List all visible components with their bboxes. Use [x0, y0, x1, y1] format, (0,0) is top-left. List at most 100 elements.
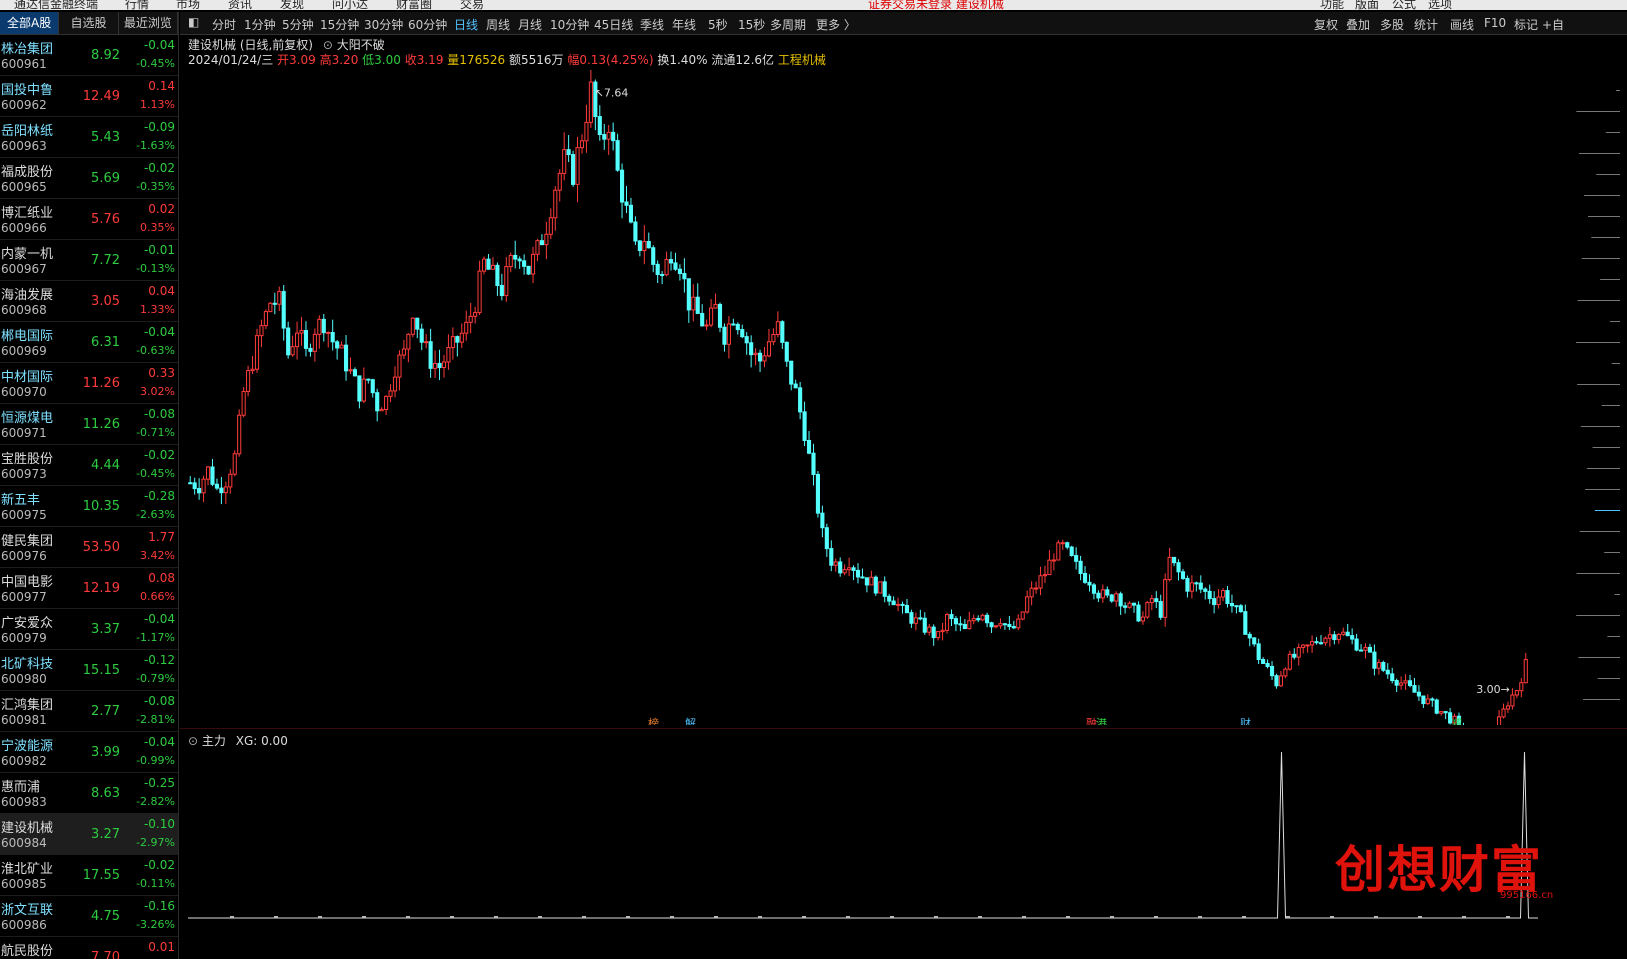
period-button[interactable]: 15分钟 [320, 16, 359, 33]
stock-row[interactable]: 宝胜股份 600973 4.44 -0.02 -0.45% [0, 445, 178, 486]
candle-body [1042, 574, 1048, 577]
period-button[interactable]: 5秒 [708, 16, 728, 33]
candle-body [1252, 637, 1257, 645]
menu-item-formula[interactable]: 公式 [1392, 0, 1416, 10]
period-button[interactable]: 10分钟 [550, 16, 589, 33]
stock-row[interactable]: 新五丰 600975 10.35 -0.28 -2.63% [0, 486, 178, 527]
stock-row[interactable]: 内蒙一机 600967 7.72 -0.01 -0.13% [0, 240, 178, 281]
period-button[interactable]: 日线 [454, 16, 478, 33]
stock-row[interactable]: 汇鸿集团 600981 2.77 -0.08 -2.81% [0, 691, 178, 732]
stock-row[interactable]: 博汇纸业 600966 5.76 0.02 0.35% [0, 199, 178, 240]
toolbar-right-button[interactable]: +自 [1542, 16, 1564, 33]
period-button[interactable]: 15秒 [738, 16, 765, 33]
info-volume: 量176526 [447, 53, 506, 67]
stock-row[interactable]: 海油发展 600968 3.05 0.04 1.33% [0, 281, 178, 322]
candle-body [1269, 666, 1275, 677]
stock-row[interactable]: 浙文互联 600986 4.75 -0.16 -3.26% [0, 896, 178, 937]
stock-row[interactable]: 惠而浦 600983 8.63 -0.25 -2.82% [0, 773, 178, 814]
menu-item-options[interactable]: 选项 [1428, 0, 1452, 10]
stock-row[interactable]: 航民股份 7.70 0.01 [0, 937, 178, 959]
panel-toggle-icon[interactable]: ◧ [188, 15, 199, 29]
toolbar-right-button[interactable]: 画线 [1450, 16, 1474, 33]
menu-item-quote[interactable]: 行情 [125, 0, 149, 10]
menu-item-discover[interactable]: 发现 [280, 0, 304, 10]
period-button[interactable]: 多周期 [770, 16, 806, 33]
period-button[interactable]: 更多 〉 [816, 16, 856, 33]
candle-body [268, 302, 273, 313]
stock-row[interactable]: 福成股份 600965 5.69 -0.02 -0.35% [0, 158, 178, 199]
candle-body [1261, 659, 1266, 664]
candle-body [1412, 685, 1417, 693]
stock-change-pct: -2.63% [136, 508, 175, 521]
period-button[interactable]: 45日线 [594, 16, 633, 33]
period-button[interactable]: 季线 [640, 16, 664, 33]
candle-body [766, 341, 772, 357]
menu-item-layout[interactable]: 版面 [1355, 0, 1379, 10]
indicator-toggle-icon[interactable]: ⊙ [188, 734, 198, 748]
formula-toggle-icon[interactable]: ⊙ [323, 38, 333, 52]
menu-item-wealth[interactable]: 财富圈 [396, 0, 432, 10]
stock-row[interactable]: 中国电影 600977 12.19 0.08 0.66% [0, 568, 178, 609]
event-marker: 财 [1240, 716, 1251, 725]
period-button[interactable]: 分时 [212, 16, 236, 33]
tab-watchlist[interactable]: 自选股 [59, 12, 119, 34]
stock-code: 600969 [1, 344, 47, 358]
toolbar-right-button[interactable]: 叠加 [1346, 16, 1370, 33]
stock-row[interactable]: 株冶集团 600961 8.92 -0.04 -0.45% [0, 35, 178, 76]
candle-body [1425, 698, 1430, 705]
period-button[interactable]: 60分钟 [408, 16, 447, 33]
period-button[interactable]: 月线 [518, 16, 542, 33]
menu-item-assistant[interactable]: 问小达 [332, 0, 368, 10]
stock-code: 600967 [1, 262, 47, 276]
candle-body [286, 327, 291, 356]
menu-item-function[interactable]: 功能 [1320, 0, 1344, 10]
stock-code: 600966 [1, 221, 47, 235]
stock-row[interactable]: 广安爱众 600979 3.37 -0.04 -1.17% [0, 609, 178, 650]
stock-row[interactable]: 建设机械 600984 3.27 -0.10 -2.97% [0, 814, 178, 855]
candle-body [744, 336, 749, 344]
candle-body [544, 233, 549, 246]
menu-item-market[interactable]: 市场 [176, 0, 200, 10]
toolbar-right-button[interactable]: 多股 [1380, 16, 1404, 33]
period-button[interactable]: 1分钟 [244, 16, 276, 33]
info-industry[interactable]: 工程机械 [778, 53, 826, 67]
chart-title: 建设机械 (日线,前复权) [188, 38, 313, 52]
volume-profile-bar [1586, 468, 1620, 469]
toolbar-right-button[interactable]: F10 [1484, 16, 1506, 30]
stock-row[interactable]: 北矿科技 600980 15.15 -0.12 -0.79% [0, 650, 178, 691]
stock-price: 5.69 [91, 171, 120, 186]
tab-all-a-shares[interactable]: 全部A股 [0, 12, 60, 34]
formula-name[interactable]: 大阳不破 [337, 38, 385, 52]
stock-row[interactable]: 宁波能源 600982 3.99 -0.04 -0.99% [0, 732, 178, 773]
candle-body [441, 361, 447, 369]
stock-row[interactable]: 国投中鲁 600962 12.49 0.14 1.13% [0, 76, 178, 117]
toolbar-right-button[interactable]: 复权 [1314, 16, 1338, 33]
stock-price: 3.05 [91, 294, 120, 309]
period-button[interactable]: 年线 [672, 16, 696, 33]
stock-row[interactable]: 恒源煤电 600971 11.26 -0.08 -0.71% [0, 404, 178, 445]
kline-chart[interactable]: ↖7.643.00→榜解融港财减 [180, 70, 1627, 725]
period-button[interactable]: 周线 [486, 16, 510, 33]
candle-body [1065, 542, 1070, 548]
xg-tick [318, 916, 322, 918]
candle-body [847, 567, 852, 571]
toolbar-right-button[interactable]: 标记 [1514, 16, 1538, 33]
period-button[interactable]: 30分钟 [364, 16, 403, 33]
stock-row[interactable]: 郴电国际 600969 6.31 -0.04 -0.63% [0, 322, 178, 363]
toolbar-right-button[interactable]: 统计 [1414, 16, 1438, 33]
stock-change: -0.02 [143, 161, 175, 175]
tab-recent[interactable]: 最近浏览 [119, 12, 178, 34]
stock-row[interactable]: 健民集团 600976 53.50 1.77 3.42% [0, 527, 178, 568]
candle-body [539, 240, 544, 246]
candle-body [1376, 662, 1381, 669]
menu-item-news[interactable]: 资讯 [228, 0, 252, 10]
stock-row[interactable]: 淮北矿业 600985 17.55 -0.02 -0.11% [0, 855, 178, 896]
stock-row[interactable]: 岳阳林纸 600963 5.43 -0.09 -1.63% [0, 117, 178, 158]
stock-row[interactable]: 中材国际 600970 11.26 0.33 3.02% [0, 363, 178, 404]
period-button[interactable]: 5分钟 [282, 16, 314, 33]
indicator-name[interactable]: 主力 [202, 734, 226, 748]
menu-item-trade[interactable]: 交易 [460, 0, 484, 10]
candle-body [887, 595, 892, 602]
candle-body [1047, 559, 1052, 576]
volume-profile-bar [1578, 153, 1620, 154]
